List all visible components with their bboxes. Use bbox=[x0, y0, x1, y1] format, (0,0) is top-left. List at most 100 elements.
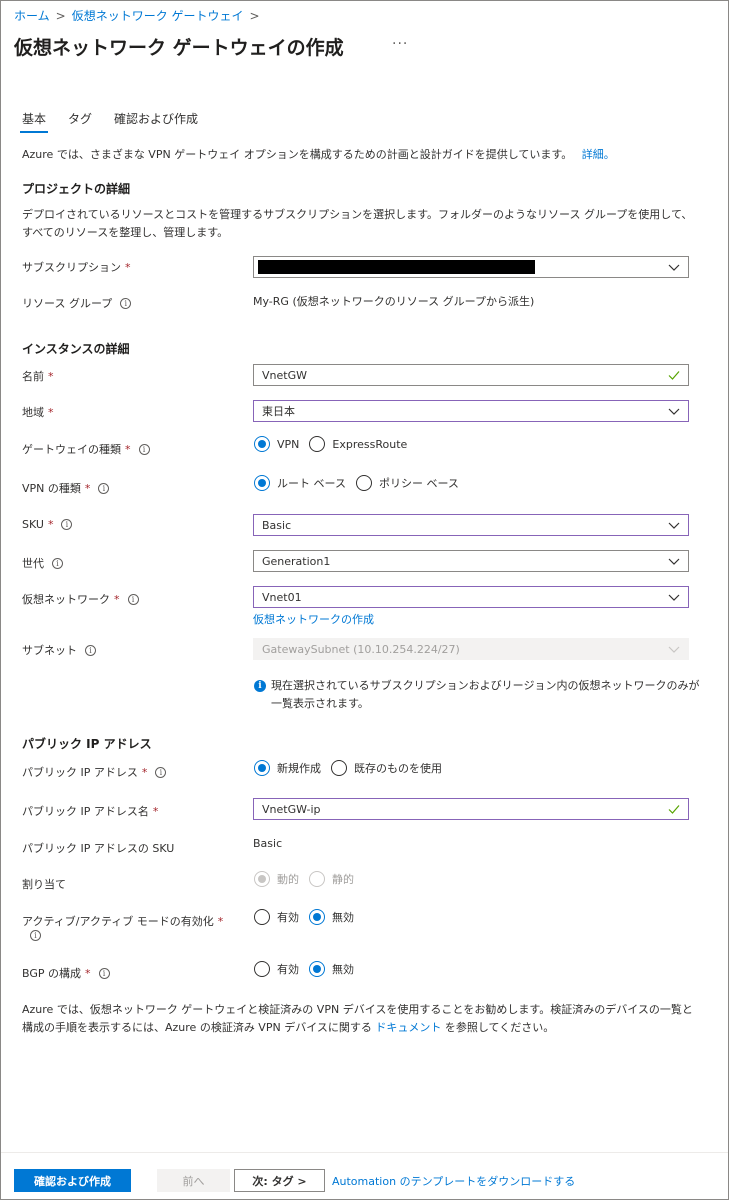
breadcrumb-separator: > bbox=[55, 9, 66, 23]
tab-review-create[interactable]: 確認および作成 bbox=[114, 110, 198, 127]
region-dropdown[interactable]: 東日本 bbox=[253, 400, 689, 422]
project-description: デプロイされているリソースとコストを管理するサブスクリプションを選択します。フォ… bbox=[22, 208, 693, 239]
active-active-disabled-label[interactable]: 無効 bbox=[332, 909, 354, 925]
public-ip-address-label-text: パブリック IP アドレス bbox=[22, 766, 138, 779]
public-ip-sku-value: Basic bbox=[253, 837, 283, 850]
gateway-type-radio-group: VPN ExpressRoute bbox=[254, 436, 417, 452]
sku-label: SKU * i bbox=[22, 518, 73, 531]
assignment-dynamic-radio bbox=[254, 871, 270, 887]
breadcrumb-current[interactable]: 仮想ネットワーク ゲートウェイ bbox=[72, 9, 244, 23]
create-new-label[interactable]: 新規作成 bbox=[277, 760, 321, 776]
active-active-label: アクティブ/アクティブ モードの有効化 * bbox=[22, 913, 223, 929]
learn-more-link[interactable]: 詳細。 bbox=[582, 148, 615, 161]
bgp-radio-group: 有効 無効 bbox=[254, 961, 364, 977]
vpn-type-policy-based-label[interactable]: ポリシー ベース bbox=[379, 475, 459, 491]
bgp-label-text: BGP の構成 bbox=[22, 967, 82, 980]
breadcrumb-home[interactable]: ホーム bbox=[14, 9, 50, 23]
info-icon[interactable]: i bbox=[155, 766, 167, 778]
next-tags-button[interactable]: 次: タグ > bbox=[234, 1169, 325, 1192]
bgp-enabled-label[interactable]: 有効 bbox=[277, 961, 299, 977]
create-new-radio[interactable] bbox=[254, 760, 270, 776]
checkmark-icon bbox=[668, 371, 680, 380]
generation-dropdown[interactable]: Generation1 bbox=[253, 550, 689, 572]
bgp-disabled-label[interactable]: 無効 bbox=[332, 961, 354, 977]
subnet-label-text: サブネット bbox=[22, 644, 77, 657]
vpn-type-label-text: VPN の種類 bbox=[22, 482, 81, 495]
intro-text: Azure では、さまざまな VPN ゲートウェイ オプションを構成するための計… bbox=[22, 146, 722, 164]
sku-dropdown[interactable]: Basic bbox=[253, 514, 689, 536]
region-label: 地域 * bbox=[22, 404, 54, 420]
public-ip-address-label: パブリック IP アドレス * i bbox=[22, 764, 167, 780]
subnet-dropdown: GatewaySubnet (10.10.254.224/27) bbox=[253, 638, 689, 660]
required-mark: * bbox=[125, 260, 131, 274]
chevron-down-icon bbox=[668, 264, 680, 271]
info-filled-icon: i bbox=[254, 680, 266, 692]
footer-divider bbox=[1, 1152, 728, 1153]
chevron-down-icon bbox=[668, 522, 680, 529]
gateway-type-expressroute-label[interactable]: ExpressRoute bbox=[332, 438, 407, 451]
assignment-static-radio bbox=[309, 871, 325, 887]
name-input-value: VnetGW bbox=[262, 368, 307, 382]
gateway-type-vpn-radio[interactable] bbox=[254, 436, 270, 452]
checkmark-icon bbox=[668, 805, 680, 814]
chevron-down-icon bbox=[668, 558, 680, 565]
virtual-network-dropdown[interactable]: Vnet01 bbox=[253, 586, 689, 608]
gateway-type-expressroute-radio[interactable] bbox=[309, 436, 326, 452]
info-icon[interactable]: i bbox=[98, 967, 110, 979]
subscription-dropdown[interactable] bbox=[253, 256, 689, 278]
assignment-label: 割り当て bbox=[22, 878, 66, 891]
selected-tab-indicator bbox=[20, 131, 48, 133]
info-icon[interactable]: i bbox=[85, 644, 96, 656]
breadcrumb: ホーム > 仮想ネットワーク ゲートウェイ > bbox=[14, 7, 266, 24]
region-dropdown-value: 東日本 bbox=[262, 405, 295, 418]
vpn-type-route-based-radio[interactable] bbox=[254, 475, 270, 491]
info-icon[interactable]: i bbox=[61, 519, 73, 530]
vpn-type-policy-based-radio[interactable] bbox=[355, 475, 372, 491]
subnet-label: サブネット i bbox=[22, 642, 96, 658]
active-active-info: i bbox=[22, 930, 41, 941]
review-create-button[interactable]: 確認および作成 bbox=[14, 1169, 131, 1192]
subscription-label-text: サブスクリプション bbox=[22, 261, 121, 274]
region-label-text: 地域 bbox=[22, 406, 44, 419]
more-options-button[interactable]: ··· bbox=[392, 36, 408, 52]
gateway-type-label: ゲートウェイの種類 * i bbox=[22, 441, 150, 457]
tab-basics[interactable]: 基本 bbox=[22, 110, 46, 127]
required-mark: * bbox=[125, 442, 131, 456]
assignment-dynamic-label: 動的 bbox=[277, 873, 299, 886]
documentation-link[interactable]: ドキュメント bbox=[375, 1021, 441, 1034]
create-virtual-network-link[interactable]: 仮想ネットワークの作成 bbox=[253, 611, 374, 627]
active-active-enabled-radio[interactable] bbox=[254, 909, 270, 925]
vpn-type-route-based-label[interactable]: ルート ベース bbox=[277, 475, 346, 491]
info-icon[interactable]: i bbox=[138, 443, 150, 455]
info-icon[interactable]: i bbox=[52, 557, 63, 569]
info-icon[interactable]: i bbox=[98, 482, 110, 494]
bgp-label: BGP の構成 * i bbox=[22, 965, 110, 981]
name-input[interactable]: VnetGW bbox=[253, 364, 689, 386]
bgp-disabled-radio[interactable] bbox=[309, 961, 325, 977]
info-icon[interactable]: i bbox=[30, 930, 41, 941]
required-mark: * bbox=[217, 914, 224, 928]
active-active-enabled-label[interactable]: 有効 bbox=[277, 909, 299, 925]
tab-tags[interactable]: タグ bbox=[68, 110, 92, 127]
active-active-label-text: アクティブ/アクティブ モードの有効化 bbox=[22, 915, 214, 928]
gateway-type-vpn-label[interactable]: VPN bbox=[277, 438, 299, 451]
public-ip-name-label: パブリック IP アドレス名 * bbox=[22, 803, 158, 819]
active-active-disabled-radio[interactable] bbox=[309, 909, 325, 925]
instance-details-heading: インスタンスの詳細 bbox=[22, 342, 130, 356]
info-icon[interactable]: i bbox=[120, 297, 132, 309]
generation-dropdown-value: Generation1 bbox=[262, 554, 331, 568]
use-existing-radio[interactable] bbox=[331, 760, 347, 776]
required-mark: * bbox=[84, 481, 91, 495]
public-ip-name-input[interactable]: VnetGW-ip bbox=[253, 798, 689, 820]
info-icon[interactable]: i bbox=[127, 593, 139, 605]
bgp-enabled-radio[interactable] bbox=[254, 961, 270, 977]
name-label: 名前 * bbox=[22, 368, 54, 384]
public-ip-name-input-value: VnetGW-ip bbox=[262, 802, 321, 816]
breadcrumb-separator: > bbox=[249, 9, 260, 23]
gateway-type-label-text: ゲートウェイの種類 bbox=[22, 443, 121, 456]
use-existing-label[interactable]: 既存のものを使用 bbox=[354, 760, 442, 776]
resource-group-value: My-RG (仮想ネットワークのリソース グループから派生) bbox=[253, 295, 535, 308]
subscription-label: サブスクリプション * bbox=[22, 259, 131, 275]
download-template-link[interactable]: Automation のテンプレートをダウンロードする bbox=[332, 1173, 575, 1189]
recommendation-text: Azure では、仮想ネットワーク ゲートウェイと検証済みの VPN デバイスを… bbox=[22, 1001, 702, 1037]
